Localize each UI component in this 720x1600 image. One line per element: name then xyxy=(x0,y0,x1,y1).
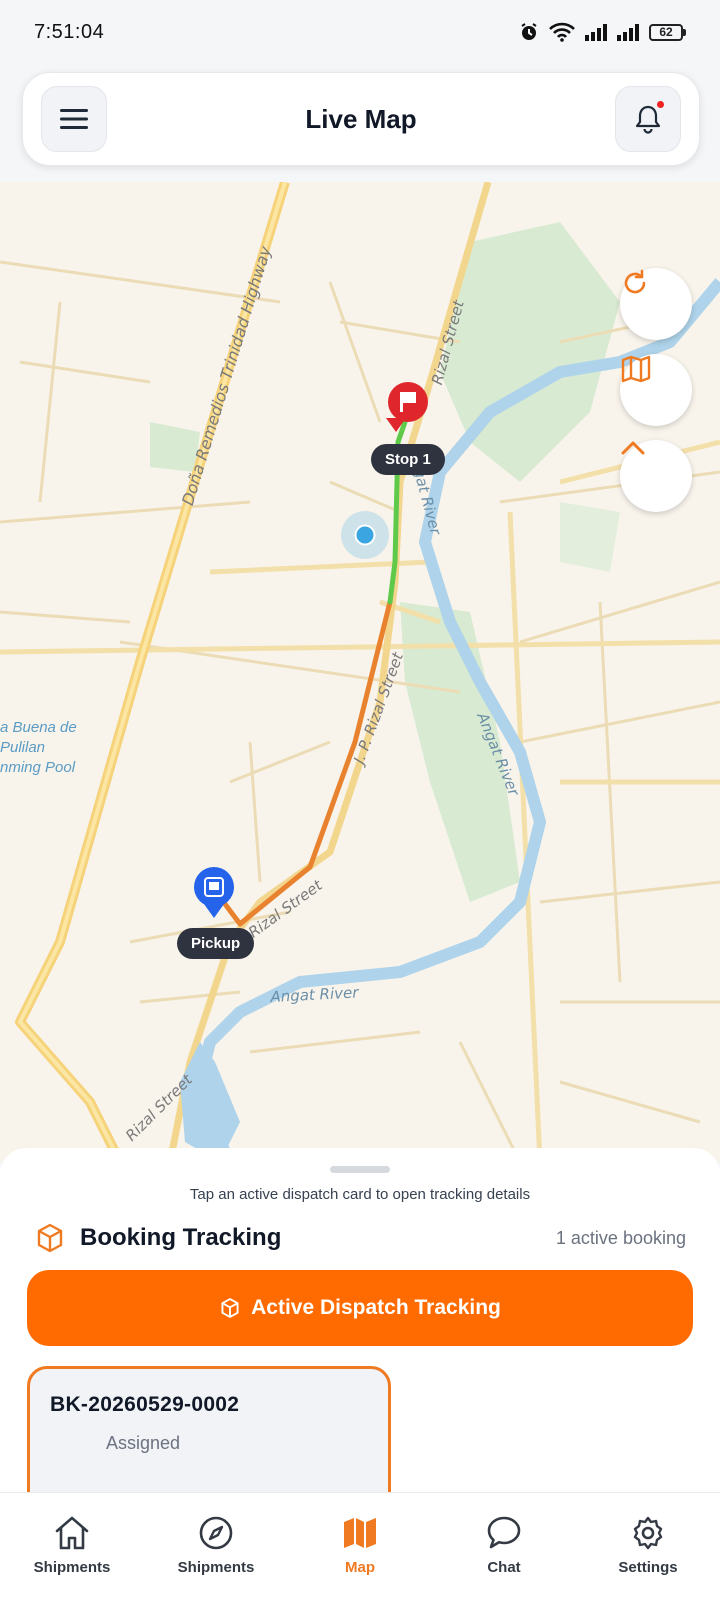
signal-icon xyxy=(585,24,607,41)
app-header: Live Map xyxy=(22,72,700,166)
status-icons: 62 xyxy=(519,22,686,42)
gear-icon xyxy=(633,1516,663,1550)
signal-icon-2 xyxy=(617,24,639,41)
poi-line: nming Pool xyxy=(0,759,76,776)
nav-item-shipments-home[interactable]: Shipments xyxy=(7,1515,137,1576)
sheet-title-group: Booking Tracking xyxy=(34,1222,281,1254)
active-booking-count: 1 active booking xyxy=(555,1227,686,1248)
booking-status: Assigned xyxy=(106,1433,181,1453)
sheet-title: Booking Tracking xyxy=(80,1224,282,1251)
stop-pin[interactable] xyxy=(386,382,428,432)
current-location-dot xyxy=(354,524,376,546)
map-icon xyxy=(621,355,651,383)
pickup-label: Pickup xyxy=(177,928,255,959)
poi-line: a Buena de xyxy=(0,719,77,736)
notifications-button[interactable] xyxy=(615,86,681,152)
bottom-nav: Shipments Shipments Map Chat Settings xyxy=(0,1492,720,1600)
nav-item-settings[interactable]: Settings xyxy=(583,1515,713,1576)
chevron-up-icon xyxy=(621,441,645,455)
page-title: Live Map xyxy=(305,103,417,134)
sheet-drag-handle[interactable] xyxy=(330,1166,390,1173)
status-bar: 7:51:04 62 xyxy=(0,0,720,64)
nav-item-map[interactable]: Map xyxy=(295,1515,425,1576)
refresh-icon xyxy=(624,269,646,294)
battery-icon: 62 xyxy=(649,23,686,41)
home-icon xyxy=(55,1516,89,1550)
notification-badge xyxy=(657,101,664,108)
map-icon xyxy=(344,1518,376,1548)
hamburger-menu-icon xyxy=(60,109,88,129)
sheet-hint: Tap an active dispatch card to open trac… xyxy=(189,1186,531,1203)
nav-label: Settings xyxy=(618,1559,678,1576)
nav-label: Shipments xyxy=(177,1559,255,1576)
nav-item-chat[interactable]: Chat xyxy=(439,1515,569,1576)
bell-icon xyxy=(635,105,661,134)
compass-icon xyxy=(199,1516,233,1550)
alarm-icon xyxy=(521,23,537,40)
chat-bubble-icon xyxy=(487,1516,521,1549)
menu-button[interactable] xyxy=(41,86,107,152)
active-dispatch-button[interactable]: Active Dispatch Tracking xyxy=(27,1270,693,1346)
status-time: 7:51:04 xyxy=(34,20,105,43)
expand-button[interactable] xyxy=(620,440,692,512)
wifi-icon xyxy=(549,22,575,42)
stop-label: Stop 1 xyxy=(371,444,445,475)
map-poi-label: a Buena de Pulilan nming Pool xyxy=(0,718,77,778)
map-layers-button[interactable] xyxy=(620,354,692,426)
nav-label: Chat xyxy=(487,1559,521,1576)
box-icon xyxy=(221,1298,239,1318)
map-canvas xyxy=(0,182,720,1162)
booking-id: BK-20260529-0002 xyxy=(50,1393,240,1416)
nav-label: Map xyxy=(345,1559,375,1576)
poi-line: Pulilan xyxy=(0,739,46,756)
live-map[interactable]: Doña Remedios Trinidad Highway Rizal Str… xyxy=(0,182,720,1162)
nav-item-shipments[interactable]: Shipments xyxy=(151,1515,281,1576)
nav-label: Shipments xyxy=(33,1559,111,1576)
refresh-button[interactable] xyxy=(620,268,692,340)
battery-level: 62 xyxy=(649,23,683,41)
sheet-header: Booking Tracking 1 active booking xyxy=(34,1218,686,1258)
active-dispatch-label: Active Dispatch Tracking xyxy=(251,1296,501,1319)
box-icon xyxy=(37,1223,63,1253)
